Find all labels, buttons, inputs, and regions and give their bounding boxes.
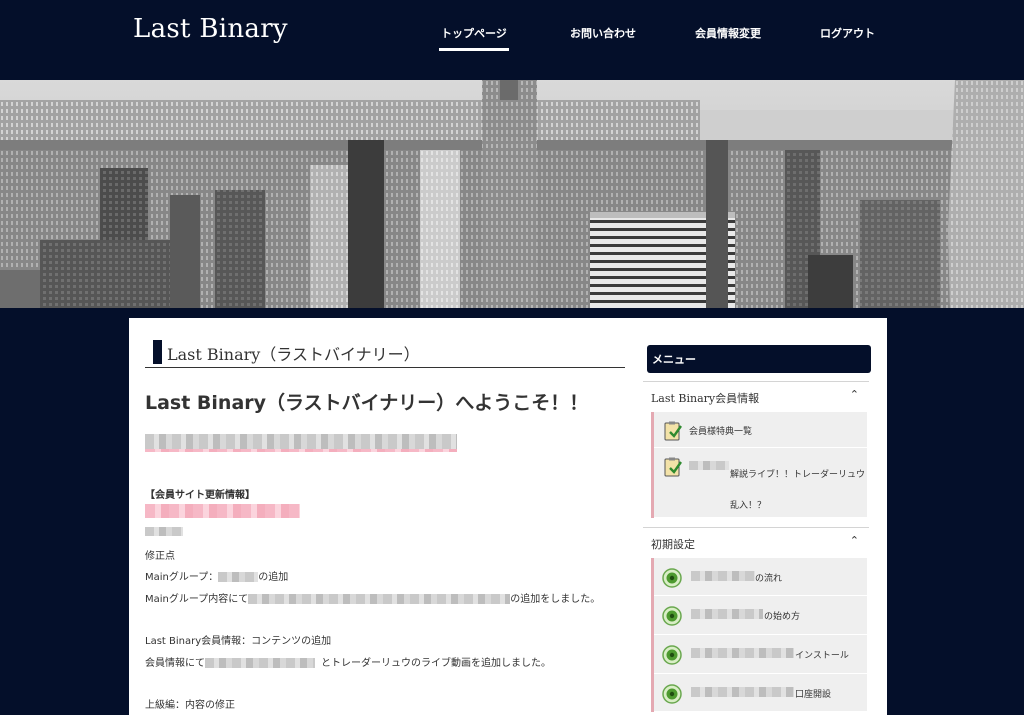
member-info-prefix: 会員情報にて: [145, 658, 205, 669]
nav-contact[interactable]: お問い合わせ: [570, 22, 636, 52]
sidebar: メニュー Last Binary会員情報 ⌃ 会員様特典一覧 解説ライブ！！トレ…: [643, 318, 873, 715]
member-info-suffix: とトレーダーリュウのライブ動画を追加しました。: [321, 658, 551, 669]
redacted-list: [248, 594, 511, 604]
content-panel: Last Binary（ラストバイナリー） Last Binary（ラストバイナ…: [129, 318, 887, 715]
fix-point-label: 修正点: [145, 551, 175, 562]
accordion-title: Last Binary会員情報: [651, 392, 760, 405]
advanced-fix-line: 上級編：内容の修正: [145, 700, 235, 711]
sidebar-item-label: 解説ライブ！！トレーダーリュウ乱入！？: [730, 470, 866, 511]
sidebar-item-open-account[interactable]: 口座開設: [654, 674, 867, 712]
main-group-suffix: の追加: [258, 572, 289, 583]
page-title: Last Binary（ラストバイナリー）: [145, 338, 625, 368]
accordion-member-info[interactable]: Last Binary会員情報 ⌃: [643, 381, 869, 411]
redacted-text: [691, 571, 755, 581]
sidebar-item-label: インストール: [795, 651, 849, 661]
redacted-text: [145, 434, 457, 449]
sidebar-item-live-commentary[interactable]: 解説ライブ！！トレーダーリュウ乱入！？: [654, 448, 867, 518]
sidebar-item-flow[interactable]: の流れ: [654, 558, 867, 596]
redacted-text: [691, 687, 794, 697]
nav-member-info-change[interactable]: 会員情報変更: [695, 22, 761, 52]
redacted-name: [218, 572, 259, 582]
sidebar-item-label: 口座開設: [795, 690, 832, 700]
accordion-initial-setup[interactable]: 初期設定 ⌃: [643, 527, 869, 557]
main-group-content-suffix: の追加をしました。: [510, 594, 601, 605]
sidebar-item-label: 会員様特典一覧: [689, 427, 753, 437]
redacted-underline: [145, 449, 457, 452]
member-info-contents-line: Last Binary会員情報：コンテンツの追加: [145, 636, 332, 647]
title-accent-bar: [153, 340, 162, 364]
accordion-member-info-body: 会員様特典一覧 解説ライブ！！トレーダーリュウ乱入！？: [651, 412, 867, 518]
chevron-up-icon[interactable]: ⌃: [850, 388, 859, 401]
clipboard-check-icon: [664, 421, 682, 441]
clipboard-check-icon: [664, 457, 682, 477]
chevron-up-icon[interactable]: ⌃: [850, 534, 859, 547]
redacted-date: [145, 527, 183, 536]
redacted-content: [205, 658, 315, 668]
cityscape-illustration: [0, 80, 1024, 308]
member-info-line: 会員情報にて とトレーダーリュウのライブ動画を追加しました。: [145, 654, 551, 669]
main-group-line: Mainグループ： の追加: [145, 568, 288, 583]
accordion-title: 初期設定: [651, 538, 695, 551]
page-title-text: Last Binary（ラストバイナリー）: [167, 345, 420, 364]
redacted-highlight: [145, 504, 300, 518]
sidebar-item-getting-started[interactable]: の始め方: [654, 596, 867, 635]
main-group-content-prefix: Mainグループ内容にて: [145, 594, 249, 605]
redacted-text: [689, 461, 729, 470]
main-group-content-line: Mainグループ内容にて の追加をしました。: [145, 590, 600, 605]
update-heading: 【会員サイト更新情報】: [145, 490, 255, 501]
sidebar-item-install[interactable]: インストール: [654, 635, 867, 674]
redacted-text: [691, 648, 794, 658]
sidebar-item-member-benefits[interactable]: 会員様特典一覧: [654, 412, 867, 448]
sidebar-item-label: の始め方: [764, 612, 801, 622]
redacted-text: [691, 609, 763, 619]
nav-logout[interactable]: ログアウト: [820, 22, 875, 52]
green-target-icon: [662, 684, 682, 704]
accordion-initial-setup-body: の流れ の始め方 インストール 口座開設: [651, 558, 867, 712]
nav-top-page[interactable]: トップページ: [439, 22, 509, 52]
hero-cityscape-image: [0, 80, 1024, 308]
sidebar-item-label: の流れ: [755, 574, 783, 584]
green-target-icon: [662, 645, 682, 665]
site-header: Last Binary トップページ お問い合わせ 会員情報変更 ログアウト: [0, 0, 1024, 80]
sidebar-menu-title: メニュー: [647, 345, 871, 373]
green-target-icon: [662, 568, 682, 588]
welcome-heading: Last Binary（ラストバイナリー）へようこそ！！: [145, 392, 589, 414]
main-group-prefix: Mainグループ：: [145, 572, 219, 583]
site-logo[interactable]: Last Binary: [133, 14, 288, 44]
green-target-icon: [662, 606, 682, 626]
